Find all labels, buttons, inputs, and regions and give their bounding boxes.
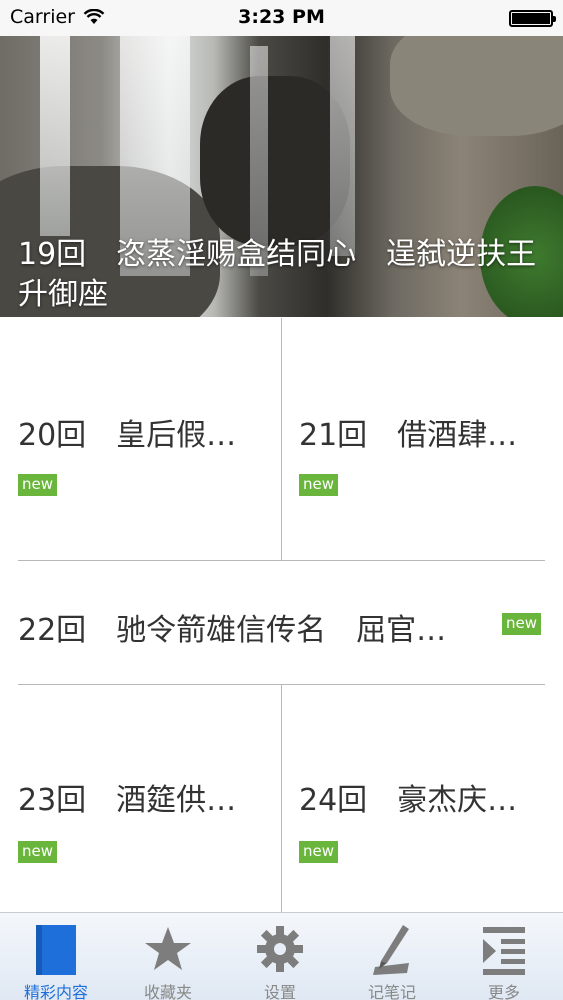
status-bar: Carrier 3:23 PM — [0, 0, 563, 36]
list-item[interactable]: 20回 皇后假… new — [0, 318, 281, 560]
new-badge: new — [299, 474, 339, 496]
list-item[interactable]: 23回 酒筵供… new — [0, 685, 281, 912]
tab-notes[interactable]: 记笔记 — [336, 913, 448, 1000]
list-item[interactable]: 24回 豪杰庆… new — [282, 685, 563, 912]
new-badge: new — [18, 841, 58, 863]
tab-label: 更多 — [487, 983, 520, 1000]
hero-banner[interactable]: 19回 恣蒸淫赐盒结同心 逞弑逆扶王升御座 — [0, 36, 563, 317]
pen-icon — [373, 925, 409, 975]
star-icon — [145, 927, 191, 970]
gear-icon — [257, 926, 303, 972]
tab-settings[interactable]: 设置 — [224, 913, 336, 1000]
tab-label: 收藏夹 — [143, 983, 192, 1000]
tab-more[interactable]: 更多 — [448, 913, 560, 1000]
item-title: 23回 酒筵供… — [18, 783, 237, 818]
new-badge: new — [299, 841, 339, 863]
item-title: 21回 借酒肆… — [299, 418, 518, 453]
hero-title: 19回 恣蒸淫赐盒结同心 逞弑逆扶王升御座 — [18, 237, 537, 312]
tab-label: 设置 — [263, 983, 296, 1000]
tab-bar: 精彩内容 收藏夹 设置 记笔记 更多 — [0, 912, 563, 1000]
item-title: 20回 皇后假… — [18, 418, 237, 453]
item-title: 22回 驰令箭雄信传名 屈官… — [18, 613, 447, 648]
list-item[interactable]: 21回 借酒肆… new — [282, 318, 563, 560]
tab-label: 记笔记 — [367, 983, 416, 1000]
tab-favorites[interactable]: 收藏夹 — [112, 913, 224, 1000]
tab-featured[interactable]: 精彩内容 — [0, 913, 112, 1000]
list-item[interactable]: 22回 驰令箭雄信传名 屈官… new — [0, 561, 563, 684]
new-badge: new — [502, 613, 542, 635]
new-badge: new — [18, 474, 58, 496]
item-title: 24回 豪杰庆… — [299, 783, 518, 818]
more-icon — [483, 927, 525, 975]
battery-icon — [509, 10, 556, 27]
status-time: 3:23 PM — [238, 6, 325, 28]
tab-label: 精彩内容 — [23, 983, 88, 1000]
book-icon — [36, 925, 76, 975]
